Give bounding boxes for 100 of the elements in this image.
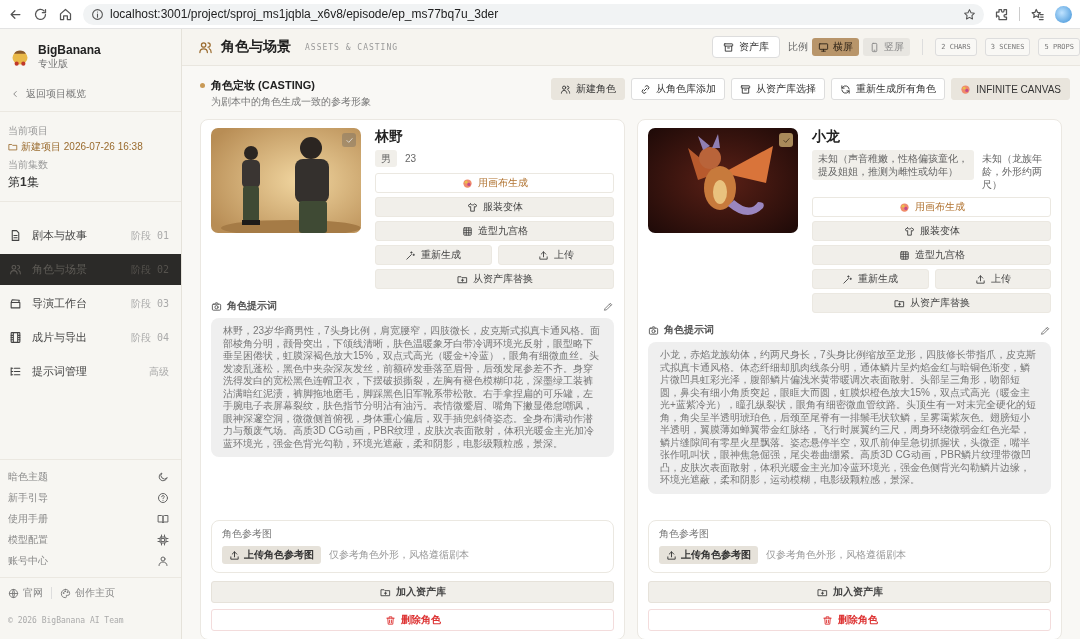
reference-hint: 仅参考角色外形，风格遵循剧本 bbox=[766, 548, 906, 562]
character-name: 小龙 bbox=[812, 128, 841, 146]
settings-item[interactable]: 新手引导 bbox=[8, 487, 169, 508]
brand-name: BigBanana bbox=[38, 43, 101, 57]
nav-item[interactable]: 导演工作台 阶段 03 bbox=[0, 288, 181, 319]
users-icon bbox=[560, 83, 572, 95]
monitor-icon bbox=[818, 41, 830, 53]
prompt-text[interactable]: 林野，23岁华裔男性，7头身比例，肩宽腰窄，四肢微长，皮克斯式拟真卡通风格。面部棱角分明，颧骨突出，下颌线清晰，肤色温暖象牙白带冷调环境光反射，眼型略下垂呈困倦状，虹膜深褐色放大15%，双点式高光（暖金+冷蓝），眼角有细微血丝。头发凌乱蓬松，黑色中夹杂深灰发丝，前额碎发垂落至眉骨，后颈发尾参差不齐。身穿洗得发白的宽松黑色连帽卫衣，下摆破损撕裂，左胸有褪色模糊印花，深墨绿工装裤沾满暗红泥渍，裤脚拖地磨毛，脚踩黑色旧军靴系带松散。右手拿捏扁的可乐罐，左手腕电子表屏幕裂纹，肤色指节分明沾有油污。表情微蹙眉、嘴角下撇显倦怠嘲讽，眼神深邃空洞，微微侧首俯视，身体重心偏后，双手插兜斜倚姿态。全身布满动作潜力与颓废气场。高质3D CG动画，PBR纹理，皮肤次表面散射，体积光暖金主光加冷蓝环境光，强金色背光勾勒，环境光遮蔽，柔和阴影，电影级颗粒感，景深。 bbox=[211, 318, 614, 457]
info-icon bbox=[91, 7, 104, 21]
url-text: localhost:3001/project/sproj_ms1jqbla_x6v8/episode/ep_ms77bq7u_3der bbox=[110, 7, 499, 21]
wand-icon bbox=[842, 273, 854, 285]
delete-button[interactable]: 删除角色 bbox=[211, 609, 614, 631]
action-button[interactable]: 造型九宫格 bbox=[812, 245, 1051, 265]
action-button[interactable]: 从资产库替换 bbox=[812, 293, 1051, 313]
book-icon bbox=[157, 512, 169, 525]
section-title: 角色定妆 (CASTING) bbox=[211, 78, 315, 93]
edit-icon[interactable] bbox=[603, 300, 614, 312]
nav-item[interactable]: 剧本与故事 阶段 01 bbox=[0, 220, 181, 251]
action-button[interactable]: 从资产库替换 bbox=[375, 269, 614, 289]
check-badge[interactable] bbox=[342, 133, 356, 147]
upload-icon bbox=[537, 249, 549, 261]
favorites-icon[interactable] bbox=[1030, 6, 1045, 22]
action-button[interactable]: 造型九宫格 bbox=[375, 221, 614, 241]
address-bar[interactable]: localhost:3001/project/sproj_ms1jqbla_x6v8/episode/ep_ms77bq7u_3der bbox=[83, 3, 984, 25]
help-icon bbox=[157, 491, 169, 504]
project-name[interactable]: 新建项目 2026-07-26 16:38 bbox=[8, 140, 173, 154]
prompt-label: 角色提示词 bbox=[211, 299, 277, 313]
prompt-text[interactable]: 小龙，赤焰龙族幼体，约两尺身长，7头身比例缩放至龙形，四肢修长带指爪，皮克斯式拟真卡通风格。体态纤细却肌肉线条分明，通体鳞片呈灼焰金红与暗铜色渐变，鳞片微凹具虹彩光泽，腹部鳞片偏浅米黄带暖调次表面散射。头部呈三角形，吻部短圆，鼻尖有细小角质突起，眼眶大而圆，虹膜炽橙色放大15%，双点式高光（暖金主光+蓝紫冷光），瞳孔纵裂状，眼角有细密微血管纹路。头顶生有一对未完全硬化的短角，角尖呈半透明琥珀色，后颈至尾脊有一排鬃毛状软鳞，呈雾霭紫灰色。翅膀短小半透明，翼膜薄如蝉翼带金红脉络，飞行时展翼约三尺，周身环绕微弱金红色光晕，鳞片缝隙间有零星火星飘落。姿态悬停半空，双爪前伸呈急切抓握状，头微歪，嘴半张作吼叫状，眼神焦急倔强，尾尖卷曲绷紧。高质3D CG动画，PBR鳞片纹理带微凹凸，皮肤次表面散射，体积光暖金主光加冷蓝环境光，强金色侧背光勾勒鳞片边缘，环境光遮蔽，柔和阴影，运动模糊，电影级颗粒感，景深。 bbox=[648, 342, 1051, 494]
settings-item[interactable]: 暗色主题 bbox=[8, 466, 169, 487]
action-button[interactable]: 上传 bbox=[497, 245, 614, 265]
bullet-dot bbox=[200, 83, 205, 88]
wand-icon bbox=[405, 249, 417, 261]
puzzle-icon[interactable] bbox=[994, 6, 1009, 22]
reload-icon[interactable] bbox=[33, 6, 48, 22]
add-to-library-button[interactable]: 加入资产库 bbox=[648, 581, 1051, 603]
users-icon bbox=[9, 263, 22, 276]
upload-button[interactable]: 上传角色参考图 bbox=[222, 546, 321, 564]
shirt-icon bbox=[903, 225, 915, 237]
reference-hint: 仅参考角色外形，风格遵循剧本 bbox=[329, 548, 469, 562]
folder-icon bbox=[8, 142, 18, 152]
chip-icon bbox=[157, 533, 169, 546]
add-to-library-button[interactable]: 加入资产库 bbox=[211, 581, 614, 603]
upload-button[interactable]: 上传角色参考图 bbox=[659, 546, 758, 564]
clapperboard-icon bbox=[9, 297, 22, 310]
nav-item[interactable]: 提示词管理 高级 bbox=[0, 356, 181, 387]
action-button[interactable]: 上传 bbox=[934, 269, 1051, 289]
grid-icon bbox=[461, 225, 473, 237]
field-label: 当前项目 bbox=[8, 124, 49, 138]
asset-library-button[interactable]: 资产库 bbox=[712, 36, 781, 58]
footer-link[interactable]: 创作主页 bbox=[60, 586, 115, 600]
check-icon bbox=[781, 135, 791, 145]
star-icon[interactable] bbox=[963, 7, 976, 21]
page-subtitle: ASSETS & CASTING bbox=[305, 42, 399, 52]
field-label: 当前集数 bbox=[8, 158, 49, 172]
home-icon[interactable] bbox=[58, 6, 73, 22]
toolbar-button[interactable]: 从资产库选择 bbox=[731, 78, 826, 100]
action-button[interactable]: 服装变体 bbox=[375, 197, 614, 217]
action-button[interactable]: 重新生成 bbox=[375, 245, 492, 265]
action-button[interactable]: 用画布生成 bbox=[375, 173, 614, 193]
nav-item[interactable]: 成片与导出 阶段 04 bbox=[0, 322, 181, 353]
age-text: 23 bbox=[405, 152, 418, 165]
gender-tag: 未知（声音稚嫩，性格偏孩童化，提及姐姐，推测为雌性或幼年） bbox=[812, 150, 974, 180]
toolbar-button[interactable]: 新建角色 bbox=[551, 78, 626, 100]
settings-item[interactable]: 账号中心 bbox=[8, 550, 169, 571]
delete-button[interactable]: 删除角色 bbox=[648, 609, 1051, 631]
folder-plus-icon bbox=[456, 273, 468, 285]
back-link[interactable]: 返回项目概览 bbox=[0, 81, 181, 112]
check-badge[interactable] bbox=[779, 133, 793, 147]
user-icon bbox=[157, 554, 169, 567]
settings-item[interactable]: 使用手册 bbox=[8, 508, 169, 529]
palette-icon bbox=[898, 201, 910, 213]
folder-plus-icon bbox=[379, 586, 391, 598]
camera-icon bbox=[648, 324, 659, 336]
action-button[interactable]: 服装变体 bbox=[812, 221, 1051, 241]
ratio-toggle[interactable]: 横屏 bbox=[812, 38, 860, 56]
toolbar-button[interactable]: 重新生成所有角色 bbox=[831, 78, 946, 100]
list-icon bbox=[9, 365, 22, 378]
footer-link[interactable]: 官网 bbox=[8, 586, 43, 600]
upload-icon bbox=[666, 549, 677, 561]
refresh-icon bbox=[840, 83, 852, 95]
edition-label: 专业版 bbox=[38, 57, 69, 71]
character-name: 林野 bbox=[375, 128, 404, 146]
age-text: 未知（龙族年龄，外形约两尺） bbox=[982, 152, 1043, 191]
action-button[interactable]: 重新生成 bbox=[812, 269, 929, 289]
reference-label: 角色参考图 bbox=[659, 527, 710, 541]
section-description: 为剧本中的角色生成一致的参考形象 bbox=[211, 95, 371, 109]
shirt-icon bbox=[466, 201, 478, 213]
action-button[interactable]: 用画布生成 bbox=[812, 197, 1051, 217]
folder-plus-icon bbox=[816, 586, 828, 598]
trash-icon bbox=[384, 614, 396, 626]
chevron-left-icon bbox=[10, 89, 20, 99]
toolbar-button[interactable]: 从角色库添加 bbox=[631, 78, 726, 100]
settings-item[interactable]: 模型配置 bbox=[8, 529, 169, 550]
grid-icon bbox=[898, 249, 910, 261]
edit-icon[interactable] bbox=[1040, 324, 1051, 336]
trash-icon bbox=[821, 614, 833, 626]
archive-icon bbox=[740, 83, 752, 95]
toolbar-button[interactable]: INFINITE CANVAS bbox=[951, 78, 1070, 100]
upload-icon bbox=[229, 549, 240, 561]
folder-plus-icon bbox=[893, 297, 905, 309]
